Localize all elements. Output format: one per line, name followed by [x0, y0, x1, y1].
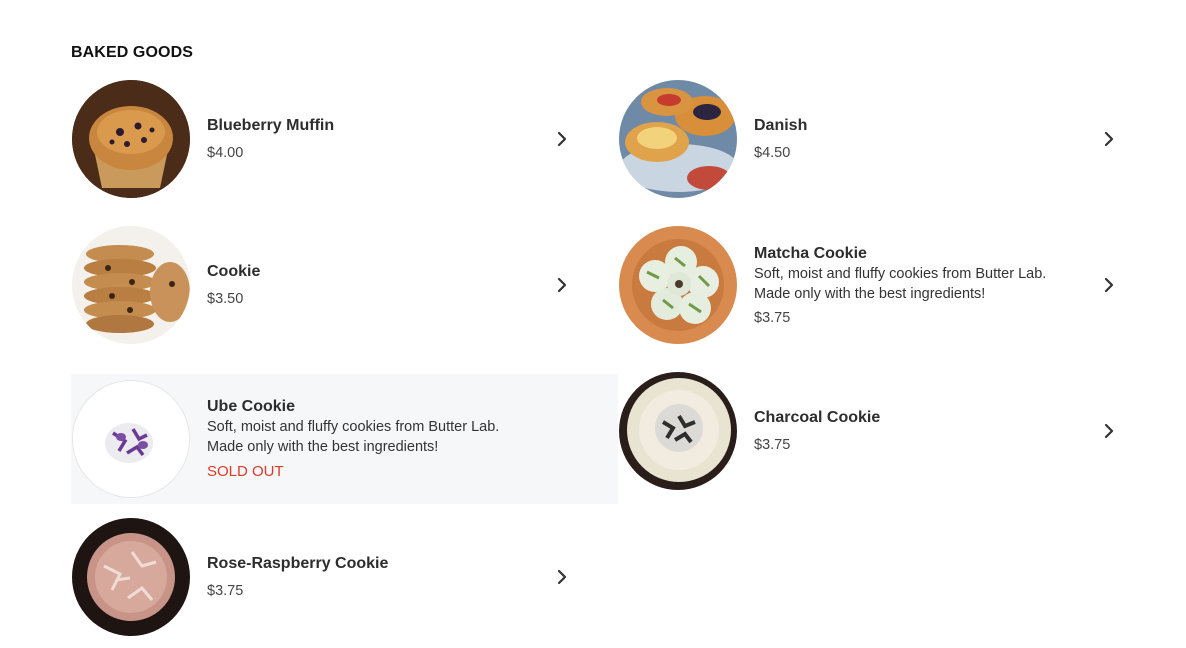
menu-item-cookie[interactable]: Cookie $3.50 [71, 212, 618, 358]
menu-grid: Blueberry Muffin $4.00 Danish $4.50 Cook… [71, 66, 1165, 648]
item-name: Danish [754, 117, 808, 134]
menu-item-ube-cookie: Ube Cookie Soft, moist and fluffy cookie… [71, 374, 618, 504]
matcha-cookie-icon [619, 226, 737, 344]
danish-icon [619, 80, 737, 198]
item-description: Soft, moist and fluffy cookies from Butt… [207, 419, 500, 455]
item-name: Ube Cookie [207, 398, 296, 415]
charcoal-cookie-icon [619, 372, 737, 490]
item-name: Cookie [207, 263, 261, 280]
item-name: Blueberry Muffin [207, 117, 335, 134]
item-description: Soft, moist and fluffy cookies from Butt… [754, 265, 1047, 302]
chevron-right-icon[interactable] [554, 277, 570, 293]
section-title: BAKED GOODS [71, 44, 193, 61]
ube-cookie-icon [72, 380, 190, 498]
menu-item-charcoal-cookie[interactable]: Charcoal Cookie $3.75 [618, 358, 1165, 504]
muffin-icon [72, 80, 190, 198]
item-price: $4.00 [207, 145, 244, 161]
item-price: $3.75 [754, 309, 791, 326]
item-price: $3.75 [207, 583, 244, 599]
chevron-right-icon[interactable] [1101, 277, 1117, 293]
item-price: $3.50 [207, 291, 244, 307]
menu-item-rose-raspberry-cookie[interactable]: Rose-Raspberry Cookie $3.75 [71, 504, 618, 648]
item-name: Matcha Cookie [754, 244, 867, 262]
menu-item-matcha-cookie[interactable]: Matcha Cookie Soft, moist and fluffy coo… [618, 212, 1165, 358]
chevron-right-icon[interactable] [1101, 423, 1117, 439]
sold-out-badge: SOLD OUT [207, 463, 284, 480]
chevron-right-icon[interactable] [554, 569, 570, 585]
cookie-icon [72, 226, 190, 344]
item-price: $3.75 [754, 437, 791, 453]
menu-item-blueberry-muffin[interactable]: Blueberry Muffin $4.00 [71, 66, 618, 212]
chevron-right-icon[interactable] [1101, 131, 1117, 147]
item-name: Rose-Raspberry Cookie [207, 555, 389, 572]
item-price: $4.50 [754, 145, 791, 161]
chevron-right-icon[interactable] [554, 131, 570, 147]
rose-raspberry-cookie-icon [72, 518, 190, 636]
menu-item-danish[interactable]: Danish $4.50 [618, 66, 1165, 212]
item-name: Charcoal Cookie [754, 409, 881, 426]
